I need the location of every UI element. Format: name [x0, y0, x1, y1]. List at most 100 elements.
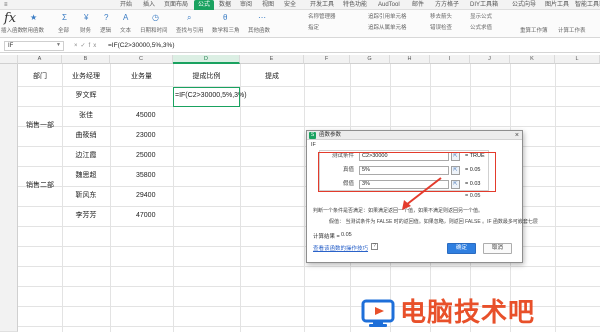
common-functions-button[interactable]: 常用函数 — [22, 28, 44, 35]
insert-function-button[interactable]: 插入函数 — [1, 28, 23, 35]
dialog-title: 函数参数 — [319, 132, 342, 138]
manager-cell[interactable]: 曲筱绡 — [62, 131, 110, 141]
column-header-c[interactable]: C — [110, 55, 173, 64]
parameter-description: 假值： 当测试条件为 FALSE 时的返回值。如果忽略，则返回 FALSE 。I… — [329, 219, 538, 225]
finance-icon[interactable]: ¥ — [84, 14, 88, 22]
computer-logo-icon — [361, 299, 395, 327]
formula-controls: ×✓fx — [74, 42, 99, 49]
dept-cell-sales-2[interactable]: 销售二部 — [18, 181, 62, 191]
tab-fangfang[interactable]: 方方格子 — [435, 0, 459, 10]
name-box[interactable]: IF — [4, 41, 64, 51]
header-dept[interactable]: 部门 — [18, 72, 62, 82]
column-header-h[interactable]: H — [390, 55, 430, 64]
header-manager[interactable]: 业务经理 — [62, 72, 110, 82]
header-volume[interactable]: 业务量 — [110, 72, 173, 82]
volume-cell[interactable]: 29400 — [136, 191, 155, 201]
tab-formulas[interactable]: 公式 — [194, 0, 215, 10]
row-header-strip[interactable] — [0, 64, 18, 332]
trace-dependents-button[interactable]: 追踪从属单元格 — [368, 25, 407, 32]
logic-button[interactable]: 逻辑 — [100, 28, 111, 35]
tab-developer[interactable]: 开发工具 — [310, 0, 334, 10]
column-header-d[interactable]: D — [173, 55, 240, 64]
calc-result-label: 计算结果 = — [313, 234, 340, 240]
cancel-button[interactable]: 取消 — [483, 243, 512, 254]
math-button[interactable]: 数学和三角 — [212, 28, 240, 35]
manager-cell[interactable]: 靳风东 — [62, 191, 110, 201]
column-header-k[interactable]: K — [510, 55, 555, 64]
tab-home[interactable]: 开始 — [120, 0, 132, 10]
logic-icon[interactable]: ? — [104, 14, 108, 22]
column-header-f[interactable]: F — [304, 55, 350, 64]
close-icon[interactable]: × — [515, 131, 519, 140]
check-icon[interactable]: ✓ — [81, 43, 89, 49]
manager-cell[interactable]: 魏思超 — [62, 171, 110, 181]
formula-input[interactable]: =IF(C2>30000,5%,3%) — [108, 42, 174, 49]
tab-view[interactable]: 视图 — [262, 0, 274, 10]
define-name-button[interactable]: 指定 — [308, 25, 319, 32]
tab-review[interactable]: 审阅 — [240, 0, 252, 10]
evaluate-formula-button[interactable]: 公式求值 — [470, 25, 492, 32]
volume-cell[interactable]: 35800 — [136, 171, 155, 181]
column-header-a[interactable]: A — [18, 55, 62, 64]
math-icon[interactable]: θ — [223, 14, 227, 22]
tab-formula-wizard[interactable]: 公式向导 — [512, 0, 536, 10]
common-functions-icon[interactable]: ★ — [30, 14, 37, 22]
ok-button[interactable]: 确定 — [447, 243, 476, 254]
name-manager-button[interactable]: 名称管理器 — [308, 14, 336, 21]
date-time-button[interactable]: 日期和时间 — [140, 28, 168, 35]
select-all-corner[interactable] — [0, 55, 18, 64]
tab-diy[interactable]: DIY工具箱 — [470, 0, 498, 10]
manager-cell[interactable]: 罗文辉 — [62, 91, 110, 101]
volume-cell[interactable]: 25000 — [136, 151, 155, 161]
header-rate[interactable]: 提成比例 — [173, 72, 240, 82]
tab-page-layout[interactable]: 页面布局 — [164, 0, 188, 10]
menu-icon[interactable]: ≡ — [4, 0, 8, 10]
trace-precedents-button[interactable]: 追踪引用单元格 — [368, 14, 407, 21]
fx-icon[interactable]: fx — [89, 43, 100, 49]
error-check-button[interactable]: 错误检查 — [430, 25, 452, 32]
all-functions-button[interactable]: 全部 — [58, 28, 69, 35]
dept-cell-sales-1[interactable]: 销售一部 — [18, 121, 62, 131]
tab-picture-tools[interactable]: 图片工具 — [545, 0, 569, 10]
column-header-b[interactable]: B — [62, 55, 110, 64]
column-header-g[interactable]: G — [350, 55, 390, 64]
tab-mail[interactable]: 邮件 — [412, 0, 424, 10]
manager-cell[interactable]: 张佳 — [62, 111, 110, 121]
other-functions-icon[interactable]: ⋯ — [258, 14, 266, 22]
tab-security[interactable]: 安全 — [284, 0, 296, 10]
other-functions-button[interactable]: 其他函数 — [248, 28, 270, 35]
function-tips-link[interactable]: 查看该函数的操作技巧 — [313, 244, 368, 252]
calc-sheet-button[interactable]: 计算工作表 — [558, 28, 586, 35]
show-formulas-button[interactable]: 显示公式 — [470, 14, 492, 21]
ribbon: fx 插入函数 ★ 常用函数 Σ 全部 ¥ 财务 ? 逻辑 A 文本 ◷ 日期和… — [0, 10, 600, 38]
tab-special[interactable]: 特色功能 — [343, 0, 367, 10]
recalc-workbook-button[interactable]: 重算工作簿 — [520, 28, 548, 35]
all-functions-icon[interactable]: Σ — [62, 14, 67, 22]
column-header-l[interactable]: L — [555, 55, 600, 64]
manager-cell[interactable]: 李芳芳 — [62, 211, 110, 221]
active-cell-outline — [173, 87, 240, 107]
remove-arrows-button[interactable]: 移去箭头 — [430, 14, 452, 21]
volume-cell[interactable]: 45000 — [136, 111, 155, 121]
tab-insert[interactable]: 插入 — [143, 0, 155, 10]
text-function-icon[interactable]: A — [123, 14, 128, 22]
text-function-button[interactable]: 文本 — [120, 28, 131, 35]
tab-data[interactable]: 数据 — [219, 0, 231, 10]
help-icon[interactable]: ? — [371, 243, 378, 250]
dialog-titlebar[interactable]: S 函数参数 × — [307, 131, 522, 140]
volume-cell[interactable]: 23000 — [136, 131, 155, 141]
date-time-icon[interactable]: ◷ — [152, 14, 159, 22]
tab-audtool[interactable]: AudTool — [378, 0, 400, 10]
column-header-i[interactable]: I — [430, 55, 470, 64]
finance-button[interactable]: 财务 — [80, 28, 91, 35]
chevron-down-icon[interactable]: ▼ — [56, 42, 61, 48]
insert-function-icon[interactable]: fx — [4, 11, 16, 26]
header-commission[interactable]: 提成 — [240, 72, 304, 82]
tab-smart-tools[interactable]: 智能工具箱 — [575, 0, 600, 10]
column-header-e[interactable]: E — [240, 55, 304, 64]
manager-cell[interactable]: 边江霞 — [62, 151, 110, 161]
volume-cell[interactable]: 47000 — [136, 211, 155, 221]
lookup-button[interactable]: 查找与引用 — [176, 28, 204, 35]
column-header-j[interactable]: J — [470, 55, 510, 64]
lookup-icon[interactable]: ⌕ — [187, 14, 191, 22]
